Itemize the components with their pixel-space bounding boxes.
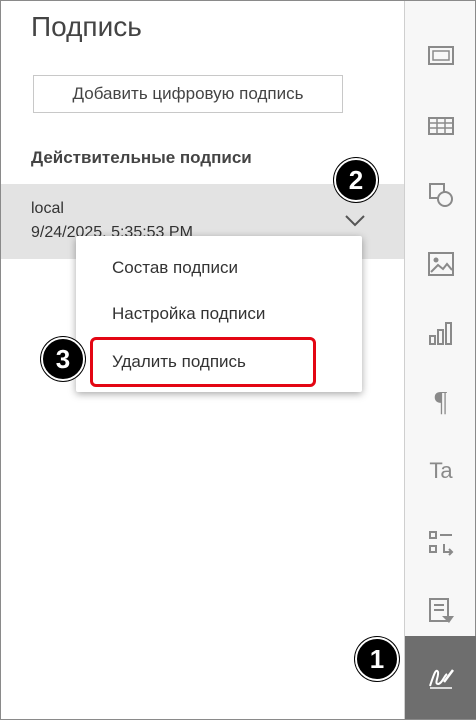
- add-digital-signature-button[interactable]: Добавить цифровую подпись: [33, 75, 343, 113]
- step-badge-2: 2: [334, 158, 378, 202]
- text-art-icon[interactable]: Ta: [421, 451, 461, 491]
- menu-item-signature-details[interactable]: Состав подписи: [112, 258, 238, 278]
- remove-signature-highlight: [90, 337, 316, 387]
- step-badge-1: 1: [355, 637, 399, 681]
- right-toolbar: ¶ Ta: [404, 1, 476, 719]
- table-icon[interactable]: [421, 106, 461, 146]
- paragraph-icon[interactable]: ¶: [421, 383, 461, 423]
- signature-icon[interactable]: [421, 657, 461, 697]
- menu-item-signature-setup[interactable]: Настройка подписи: [112, 304, 265, 324]
- header-footer-icon[interactable]: [421, 35, 461, 75]
- panel-title: Подпись: [31, 11, 142, 42]
- signature-name: local: [31, 200, 64, 217]
- shape-icon[interactable]: [421, 175, 461, 215]
- form-icon[interactable]: [421, 591, 461, 631]
- mail-merge-icon[interactable]: [421, 523, 461, 563]
- valid-signatures-label: Действительные подписи: [31, 148, 252, 167]
- chevron-down-icon[interactable]: [343, 212, 367, 230]
- image-icon[interactable]: [421, 244, 461, 284]
- step-badge-3: 3: [41, 337, 85, 381]
- chart-icon[interactable]: [421, 313, 461, 353]
